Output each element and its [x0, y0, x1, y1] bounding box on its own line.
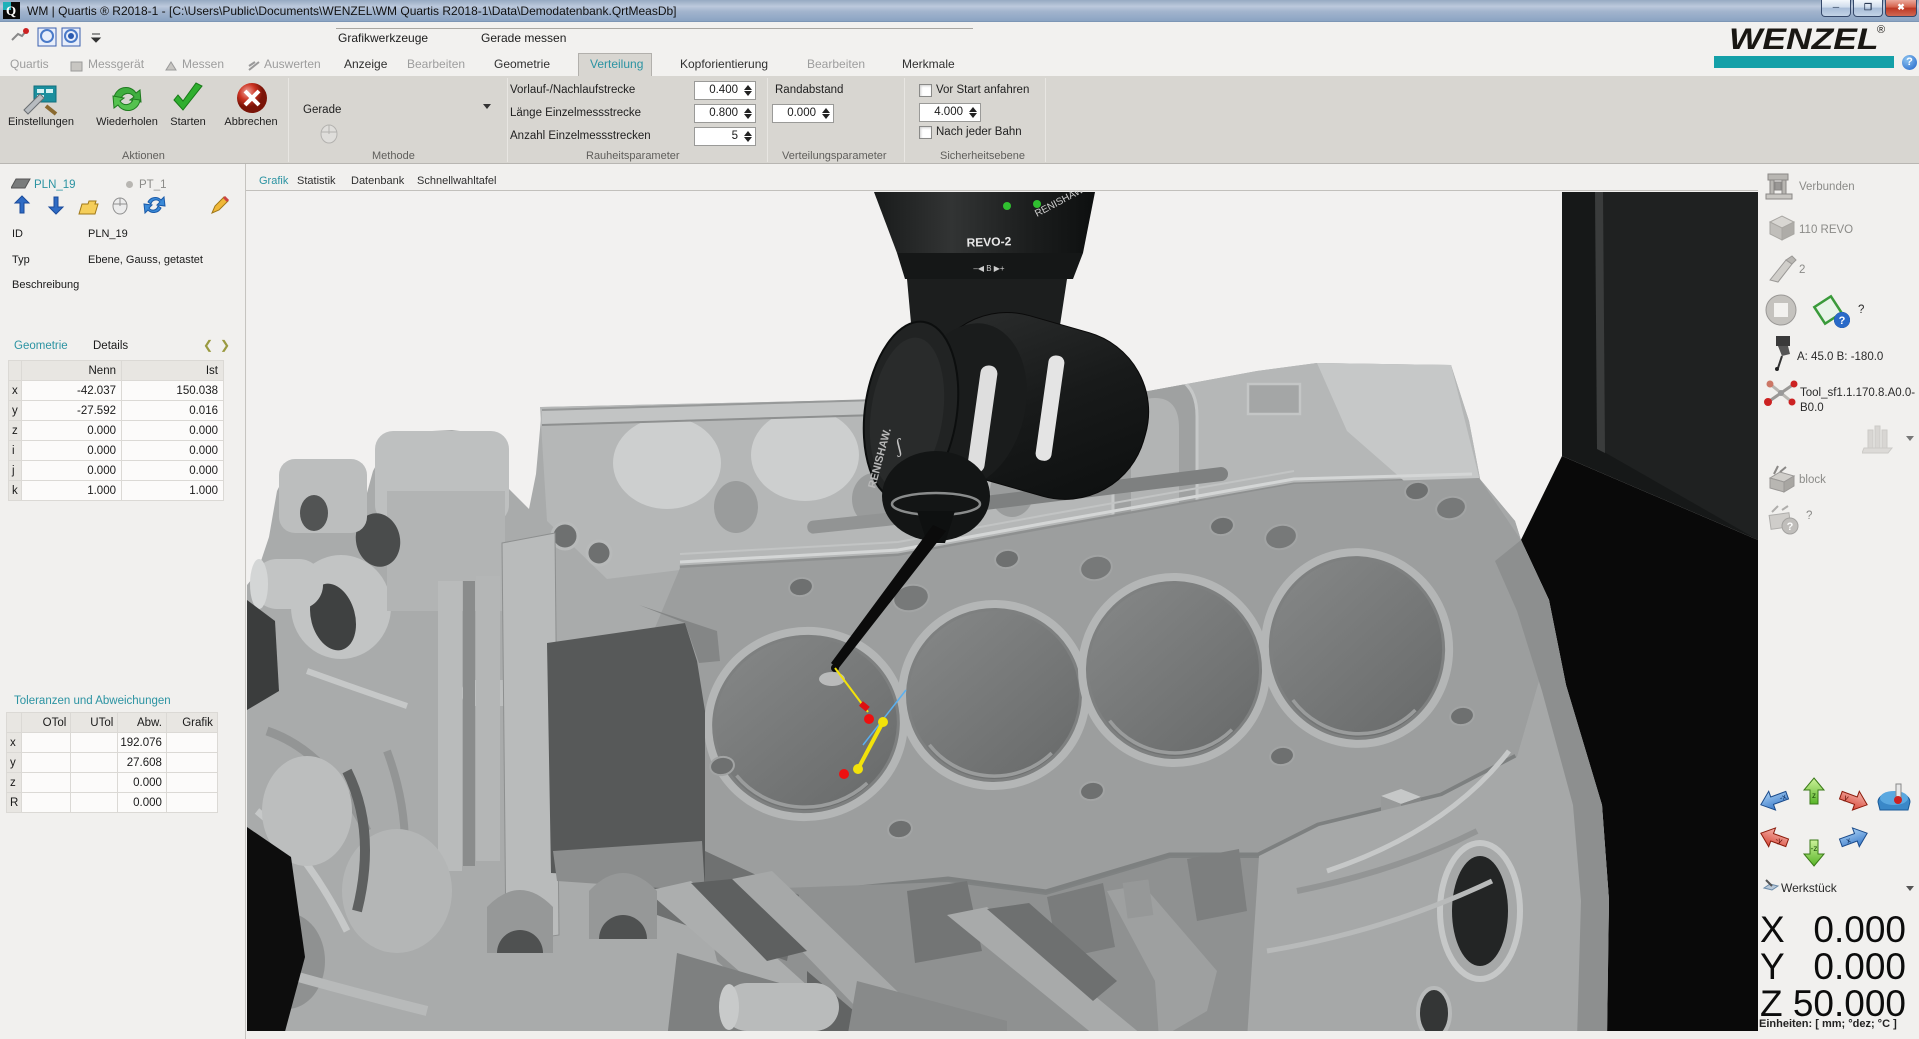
- svg-text:?: ?: [1839, 315, 1846, 327]
- svg-text:-z: -z: [1811, 844, 1818, 853]
- svg-text:z: z: [1812, 791, 1816, 800]
- svg-text:REVO-2: REVO-2: [966, 234, 1011, 250]
- svg-text:?: ?: [1787, 521, 1794, 533]
- svg-text:‒◀ B ▶+: ‒◀ B ▶+: [973, 264, 1005, 273]
